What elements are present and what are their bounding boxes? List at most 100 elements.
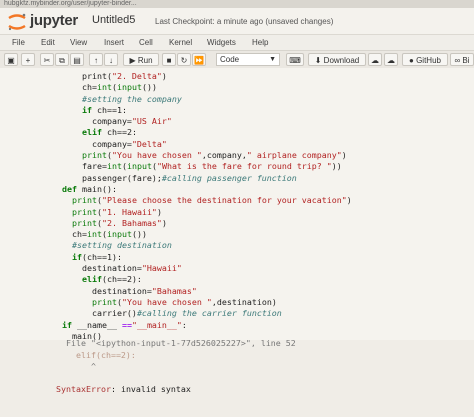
jupyter-brand[interactable]: jupyter — [30, 12, 78, 29]
code-token: print( — [62, 71, 112, 81]
code-token: ^ — [56, 361, 96, 371]
code-token: if — [72, 251, 82, 262]
code-token: "__main__" — [131, 319, 182, 330]
code-token: elif — [81, 127, 102, 138]
run-icon: ▶ — [129, 56, 136, 65]
code-token: "<ipython-input-1-77d526025227>" — [90, 338, 251, 348]
menu-cell[interactable]: Cell — [139, 38, 153, 47]
checkpoint-status: Last Checkpoint: a minute ago (unsaved c… — [155, 17, 333, 26]
code-token: destination= — [62, 285, 152, 296]
code-token: ) — [346, 195, 352, 206]
run-label: Run — [137, 56, 153, 65]
menu-view[interactable]: View — [70, 38, 87, 47]
code-line: destination="Bahamas" — [62, 286, 352, 297]
jupyter-logo-icon — [8, 13, 26, 31]
cell-type-value: Code — [220, 55, 240, 64]
menu-help[interactable]: Help — [252, 38, 268, 47]
unsaved-status: (unsaved changes) — [265, 17, 334, 26]
add-cell-icon[interactable]: + — [21, 53, 35, 66]
cell-type-select[interactable]: Code ▼ — [216, 53, 280, 66]
code-editor[interactable]: print("2. Delta") ch=int(input()) #setti… — [62, 71, 352, 342]
code-token: int — [86, 229, 102, 240]
fast-forward-icon[interactable]: ⏩ — [192, 53, 206, 66]
menu-edit[interactable]: Edit — [41, 38, 55, 47]
browser-url-bar[interactable]: hubgkfz.mybinder.org/user/jupyter-binder… — [0, 0, 474, 8]
code-token: "Delta" — [131, 138, 167, 149]
run-button[interactable]: ▶ Run — [123, 53, 159, 66]
code-token: "2. Delta" — [111, 71, 162, 81]
code-token: )) — [331, 161, 342, 172]
code-token: company= — [62, 116, 132, 127]
binder-icon: ∞ — [454, 56, 461, 65]
code-token: ) — [341, 150, 347, 161]
code-token: company= — [62, 138, 132, 149]
keyboard-icon[interactable]: ⌨ — [286, 53, 304, 66]
menu-bar: File Edit View Insert Cell Kernel Widget… — [0, 34, 474, 51]
code-token: input — [126, 161, 152, 172]
code-token: , line 52 — [250, 338, 296, 348]
code-line: company="Delta" — [62, 139, 352, 150]
notebook-header: jupyter Untitled5 Last Checkpoint: a min… — [0, 8, 474, 34]
traceback-line: File "<ipython-input-1-77d526025227>", l… — [56, 338, 296, 350]
code-token: ch==1: — [91, 104, 127, 115]
code-token: ()) — [141, 82, 157, 93]
code-token: input — [116, 82, 142, 93]
code-line: if(ch==1): — [62, 252, 352, 263]
notebook-name[interactable]: Untitled5 — [92, 14, 135, 26]
checkpoint-text: Last Checkpoint: a minute ago — [155, 17, 264, 26]
code-token: fare= — [62, 161, 107, 172]
code-token: input — [106, 229, 132, 240]
code-token: (ch==2): — [101, 274, 142, 285]
menu-widgets[interactable]: Widgets — [207, 38, 236, 47]
code-line: print("2. Bahamas") — [62, 218, 352, 229]
stop-icon[interactable]: ■ — [162, 53, 176, 66]
code-token: "Hawaii" — [141, 263, 182, 274]
move-down-icon[interactable]: ↓ — [104, 53, 118, 66]
code-token: "1. Hawaii" — [101, 206, 157, 217]
menu-insert[interactable]: Insert — [104, 38, 124, 47]
github-button[interactable]: ● GitHub — [402, 53, 448, 66]
code-token: int — [106, 161, 122, 172]
code-token: ) — [161, 217, 167, 228]
code-token: ) — [161, 71, 167, 81]
paste-icon[interactable]: ▤ — [70, 53, 84, 66]
copy-icon[interactable]: ⧉ — [55, 53, 69, 66]
github-icon: ● — [409, 56, 414, 65]
cloud-upload-icon[interactable]: ☁ — [368, 53, 382, 66]
code-line: #setting destination — [62, 240, 352, 251]
code-token: File — [56, 338, 91, 348]
code-line: fare=int(input("What is the fare for rou… — [62, 161, 352, 172]
code-token: ,company, — [201, 150, 247, 161]
traceback-line — [56, 373, 296, 385]
code-token: print — [91, 296, 117, 307]
binder-button[interactable]: ∞ Bi — [450, 53, 474, 66]
code-token: == — [121, 319, 132, 330]
code-token: passenger(fare); — [62, 172, 162, 183]
restart-icon[interactable]: ↻ — [177, 53, 191, 66]
code-token: "You have chosen " — [111, 150, 202, 161]
code-token: ,destination) — [211, 296, 277, 307]
menu-kernel[interactable]: Kernel — [169, 38, 192, 47]
code-token: (ch==1): — [82, 251, 122, 262]
code-token: print — [72, 206, 97, 217]
code-token: "What is the fare for round trip? " — [156, 161, 332, 172]
code-token: print — [72, 217, 97, 228]
menu-file[interactable]: File — [12, 38, 25, 47]
code-token: print — [81, 150, 107, 161]
download-button[interactable]: ⬇ Download — [308, 53, 366, 66]
code-line: passenger(fare);#calling passenger funct… — [62, 173, 352, 184]
code-token: " airplane company" — [246, 150, 342, 161]
code-token: ch= — [62, 82, 97, 93]
save-icon[interactable]: ▣ — [4, 53, 18, 66]
cloud-download-icon[interactable]: ☁ — [384, 53, 398, 66]
code-token: elif — [81, 274, 102, 285]
move-up-icon[interactable]: ↑ — [89, 53, 103, 66]
cut-icon[interactable]: ✂ — [40, 53, 54, 66]
code-token: "US Air" — [131, 116, 172, 127]
github-label: GitHub — [416, 56, 441, 65]
code-token: ) — [156, 206, 162, 217]
code-line: if ch==1: — [62, 105, 352, 116]
